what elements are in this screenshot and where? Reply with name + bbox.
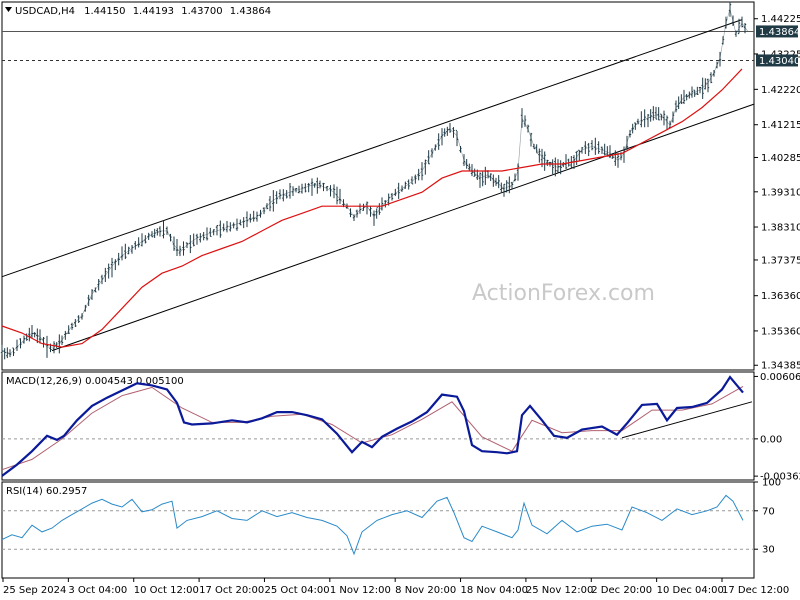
macd-axis: 0.0060690.00-0.003624 — [754, 372, 800, 483]
price-panel-title: USDCAD,H4 1.44150 1.44193 1.43700 1.4386… — [15, 6, 271, 17]
ohlc-high: 1.44193 — [133, 6, 174, 17]
price-tick-label: 1.35360 — [761, 326, 800, 337]
time-tick-label: 25 Oct 04:00 — [264, 585, 329, 596]
time-tick-label: 10 Oct 12:00 — [134, 585, 199, 596]
time-tick-label: 18 Nov 04:00 — [461, 585, 528, 596]
rsi-title: RSI(14) 60.2957 — [6, 486, 87, 497]
symbol-label: USDCAD,H4 — [15, 6, 75, 17]
rsi-tick-label: 30 — [762, 545, 775, 556]
price-tick-label: 1.42220 — [761, 85, 800, 96]
price-tick-label: 1.36360 — [761, 291, 800, 302]
ohlc-low: 1.43700 — [181, 6, 222, 17]
marked-level-label: 1.43040 — [759, 56, 800, 67]
time-tick-label: 3 Oct 04:00 — [68, 585, 127, 596]
macd-line — [1, 375, 744, 477]
time-tick-label: 17 Dec 12:00 — [722, 585, 789, 596]
price-panel: USDCAD,H4 1.44150 1.44193 1.43700 1.4386… — [0, 1, 800, 372]
macd-signal-line — [1, 385, 744, 471]
rsi-tick-label: 70 — [762, 506, 775, 517]
rsi-panel: RSI(14) 60.2957 100 70 30 — [1, 478, 781, 579]
price-tick-label: 1.39310 — [761, 187, 800, 198]
watermark: ActionForex.com — [472, 281, 655, 306]
price-tick-label: 1.41215 — [761, 120, 800, 131]
time-tick-label: 17 Oct 20:00 — [199, 585, 264, 596]
rsi-line — [1, 494, 744, 556]
time-tick-label: 1 Nov 12:00 — [330, 585, 391, 596]
chart-area: ActionForex.com USDCAD,H4 1.44150 1.4419… — [0, 1, 800, 596]
macd-panel: MACD(12,26,9) 0.004543 0.005100 0.006069… — [1, 371, 800, 483]
macd-tick-label: 0.00 — [760, 434, 782, 445]
ohlc-open: 1.44150 — [84, 6, 125, 17]
time-tick-label: 25 Sep 2024 — [3, 585, 66, 596]
price-tick-label: 1.37375 — [761, 255, 800, 266]
channel-lower-line — [51, 103, 755, 352]
ohlc-close: 1.43864 — [230, 6, 271, 17]
price-tick-label: 1.34385 — [761, 361, 800, 372]
macd-tick-label: 0.006069 — [760, 372, 800, 383]
rsi-axis: 100 70 30 — [754, 478, 781, 556]
macd-title: MACD(12,26,9) 0.004543 0.005100 — [6, 376, 184, 387]
price-tick-label: 1.44225 — [761, 14, 800, 25]
price-axis: 1.442251.432251.422201.412151.402851.393… — [754, 14, 800, 372]
price-tick-label: 1.40285 — [761, 153, 800, 164]
time-tick-label: 8 Nov 20:00 — [395, 585, 456, 596]
last-price-label: 1.43864 — [759, 27, 800, 38]
collapse-triangle-icon[interactable] — [5, 7, 12, 12]
time-tick-label: 10 Dec 04:00 — [657, 585, 724, 596]
time-tick-label: 25 Nov 12:00 — [526, 585, 593, 596]
price-tick-label: 1.38310 — [761, 223, 800, 234]
rsi-tick-label: 100 — [762, 478, 781, 489]
time-tick-label: 2 Dec 20:00 — [591, 585, 652, 596]
time-axis: 25 Sep 2024 3 Oct 04:00 10 Oct 12:00 17 Oct… — [2, 578, 789, 596]
